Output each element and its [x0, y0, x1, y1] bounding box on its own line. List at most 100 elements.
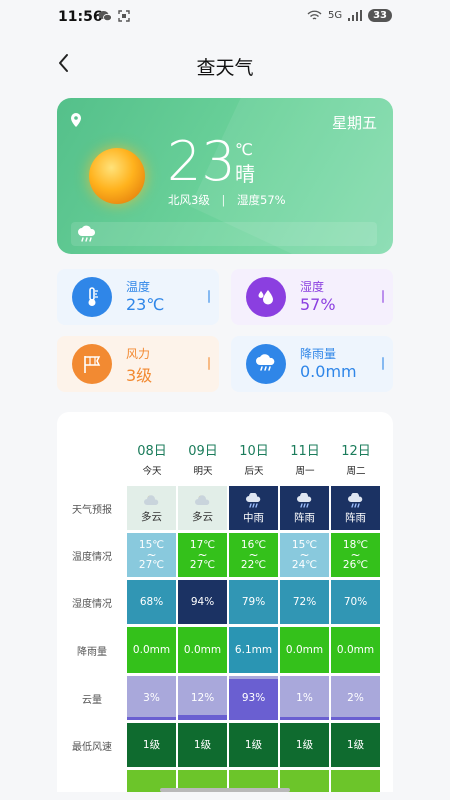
weather-cloud-icon [143, 494, 158, 505]
forecast-date: 12日 [341, 444, 371, 459]
temp-low: 27℃ [138, 559, 165, 571]
rain-cloud-icon [246, 344, 286, 384]
forecast-weather-cell: 多云 [178, 486, 227, 530]
temp-range-tilde: ~ [350, 548, 361, 562]
forecast-weather-cell: 阵雨 [331, 486, 380, 530]
forecast-cloud-cell: 1% [280, 676, 329, 720]
cloud-fill-bar [178, 715, 227, 720]
forecast-weekday: 明天 [193, 466, 213, 477]
forecast-date: 09日 [188, 444, 218, 459]
forecast-weekday: 周一 [295, 466, 315, 477]
rain-icon [245, 492, 260, 508]
temp-range-tilde: ~ [299, 548, 310, 562]
status-right-icons: 5G 33 [307, 9, 392, 22]
forecast-date: 11日 [290, 444, 320, 459]
forecast-humidity-cell: 72% [280, 580, 329, 624]
forecast-wind-cell: 1级 [178, 723, 227, 767]
location-pin-icon[interactable] [70, 113, 82, 127]
forecast-wind-cell: 1级 [331, 723, 380, 767]
signal-icon [348, 10, 363, 21]
metric-value: 0.0mm [300, 362, 357, 381]
forecast-cloud-cell: 12% [178, 676, 227, 720]
cloud-fill-bar [331, 717, 380, 720]
forecast-humidity-cell: 79% [229, 580, 278, 624]
temp-low: 24℃ [291, 559, 318, 571]
forecast-day-header: 12日周二 [331, 440, 381, 477]
metric-card-3[interactable]: 降雨量 0.0mm [231, 336, 393, 392]
forecast-weekday: 周二 [346, 466, 366, 477]
weather-text: 阵雨 [345, 511, 366, 524]
temp-range-tilde: ~ [197, 548, 208, 562]
temperature-unit: ℃ [235, 140, 253, 159]
forecast-wind-cell: 1级 [280, 723, 329, 767]
forecast-rain-cell: 0.0mm [178, 627, 227, 673]
wechat-icon [98, 11, 112, 22]
cloud-fill-bar [280, 717, 329, 720]
water-drop-icon [246, 277, 286, 317]
metric-label: 温度 [126, 280, 151, 294]
status-time: 11:56 [58, 9, 103, 25]
rain-icon [296, 492, 311, 508]
humidity-summary: 湿度57% [237, 193, 286, 207]
forecast-weekday: 后天 [244, 466, 264, 477]
thermometer-icon [72, 277, 112, 317]
forecast-humidity-cell: 94% [178, 580, 227, 624]
metric-value: 57% [300, 295, 336, 314]
forecast-row-label: 湿度情况 [72, 599, 112, 610]
forecast-temp-cell: 17℃ ~27℃ [178, 533, 227, 577]
forecast-weather-cell: 阵雨 [280, 486, 329, 530]
forecast-date: 08日 [137, 444, 167, 459]
weather-text: 阵雨 [294, 511, 315, 524]
forecast-table: 08日 今天 09日 明天 10日 后天 11日 周一 12日 周二 天气预报 温度情况 湿度情况 降雨量… [57, 412, 393, 792]
metric-divider [208, 290, 210, 303]
metric-card-0[interactable]: 温度 23℃ [57, 269, 219, 325]
forecast-weather-cell: 多云 [127, 486, 176, 530]
metric-divider [382, 290, 384, 303]
scan-icon [118, 10, 130, 22]
weekday-label: 星期五 [331, 114, 377, 132]
forecast-temp-cell: 15℃ ~24℃ [280, 533, 329, 577]
forecast-wind-cell: 1级 [127, 723, 176, 767]
forecast-row-label: 降雨量 [77, 647, 107, 658]
cloud-text: 1% [296, 692, 313, 704]
cloud-text: 93% [241, 692, 266, 704]
metric-card-1[interactable]: 湿度 57% [231, 269, 393, 325]
current-temperature: 23 [167, 130, 236, 193]
forecast-row-label: 天气预报 [72, 505, 112, 516]
cloud-text: 12% [190, 692, 215, 704]
wind-humidity-line: 北风3级 | 湿度57% [168, 192, 286, 208]
metric-label: 降雨量 [300, 347, 337, 361]
metric-label: 湿度 [300, 280, 325, 294]
cloud-text: 3% [143, 692, 160, 704]
metric-label: 风力 [126, 347, 151, 361]
forecast-temp-cell: 16℃ ~22℃ [229, 533, 278, 577]
windsock-icon [72, 344, 112, 384]
forecast-next-row-cell [331, 770, 380, 792]
forecast-rain-cell: 6.1mm [229, 627, 278, 673]
forecast-temp-cell: 15℃ ~27℃ [127, 533, 176, 577]
battery-level: 33 [368, 9, 392, 22]
current-weather-card: 星期五 23 ℃ 晴 北风3级 | 湿度57% [57, 98, 393, 254]
temp-range-tilde: ~ [248, 548, 259, 562]
cloud-fill-bar [127, 717, 176, 720]
forecast-humidity-cell: 68% [127, 580, 176, 624]
forecast-date: 10日 [239, 444, 269, 459]
weather-condition: 晴 [235, 162, 255, 186]
forecast-cloud-cell: 2% [331, 676, 380, 720]
forecast-cloud-cell: 3% [127, 676, 176, 720]
forecast-day-header: 10日后天 [229, 440, 279, 477]
forecast-day-header: 11日周一 [280, 440, 330, 477]
forecast-rain-cell: 0.0mm [127, 627, 176, 673]
home-indicator[interactable] [160, 788, 290, 792]
weather-text: 多云 [192, 510, 213, 523]
metric-card-2[interactable]: 风力 3级 [57, 336, 219, 392]
page-title: 查天气 [196, 57, 254, 79]
metric-divider [382, 357, 384, 370]
wifi-icon [307, 10, 322, 20]
status-left-icons [98, 10, 130, 22]
temp-low: 27℃ [189, 559, 216, 571]
sun-icon [89, 148, 145, 204]
temp-low: 22℃ [240, 559, 267, 571]
metric-value: 23℃ [126, 295, 165, 314]
metric-divider [208, 357, 210, 370]
